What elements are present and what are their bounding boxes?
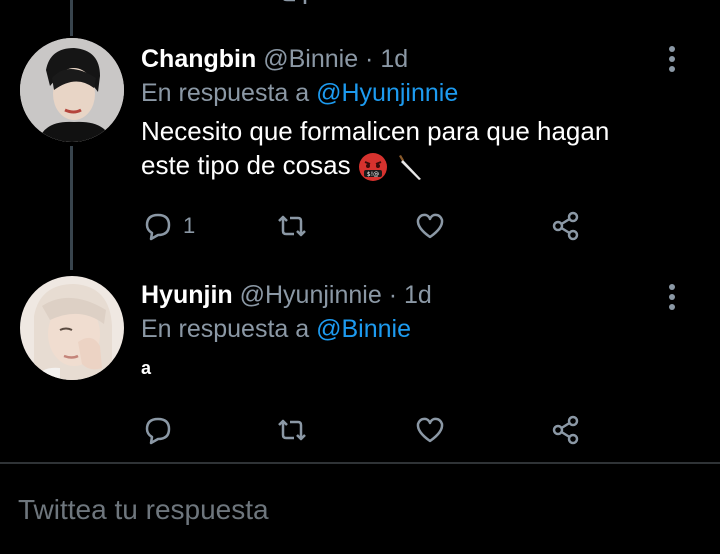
retweet-icon [278,215,306,237]
mention-link[interactable]: @Hyunjinnie [316,79,458,107]
retweet-icon [278,419,306,441]
like-icon [416,213,444,239]
compose-placeholder: Twittea tu respuesta [18,494,269,525]
display-name[interactable]: Hyunjin [141,281,233,309]
reply-context: En respuesta a @Hyunjinnie [141,76,680,110]
separator: · [365,45,374,73]
share-icon [552,415,579,445]
tweet-body: Changbin @Binnie · 1d En respuesta a @Hy… [141,42,680,182]
display-name[interactable]: Changbin [141,45,256,73]
reply-icon [145,213,171,241]
like-button[interactable] [413,206,447,246]
reply-button[interactable]: 1 [141,206,195,246]
retweet-button[interactable] [275,410,309,450]
reply-count: 1 [183,213,196,238]
tweet[interactable]: Changbin @Binnie · 1d En respuesta a @Hy… [0,0,720,270]
timestamp[interactable]: 1d [380,45,408,73]
avatar[interactable] [20,38,124,142]
tweet-body: Hyunjin @Hyunjinnie · 1d En respuesta a … [141,278,680,380]
retweet-button[interactable] [275,206,309,246]
kitchen-knife-icon [399,155,422,181]
like-icon [416,417,444,443]
tweet-actions: 1 [141,206,591,246]
tweet-text: a [141,358,152,378]
tweet-actions [141,410,591,450]
tweet-text: Necesito que formalicen para que hagan e… [141,114,661,182]
divider [0,462,720,464]
tweet-header: Hyunjin @Hyunjinnie · 1d [141,278,680,312]
like-button[interactable] [413,410,447,450]
reply-compose-input[interactable]: Twittea tu respuesta [18,494,269,526]
reply-context: En respuesta a @Binnie [141,312,680,346]
avatar[interactable] [20,276,124,380]
mention-link[interactable]: @Binnie [316,315,411,343]
avatar-image [20,38,124,142]
share-icon [552,211,579,241]
separator: · [388,281,398,309]
share-button[interactable] [549,206,583,246]
reply-button[interactable] [141,410,183,450]
avatar-image [20,276,124,380]
reply-icon [145,417,171,445]
handle[interactable]: @Binnie [263,45,358,73]
tweet-header: Changbin @Binnie · 1d [141,42,680,76]
face-with-symbols-on-mouth-icon: $!@ [358,153,387,182]
timestamp[interactable]: 1d [404,281,432,309]
handle[interactable]: @Hyunjinnie [240,281,382,309]
tweet[interactable]: Hyunjin @Hyunjinnie · 1d En respuesta a … [0,270,720,462]
reply-prefix: En respuesta a [141,79,310,107]
share-button[interactable] [549,410,583,450]
reply-prefix: En respuesta a [141,315,310,343]
svg-text:$!@: $!@ [367,171,379,178]
